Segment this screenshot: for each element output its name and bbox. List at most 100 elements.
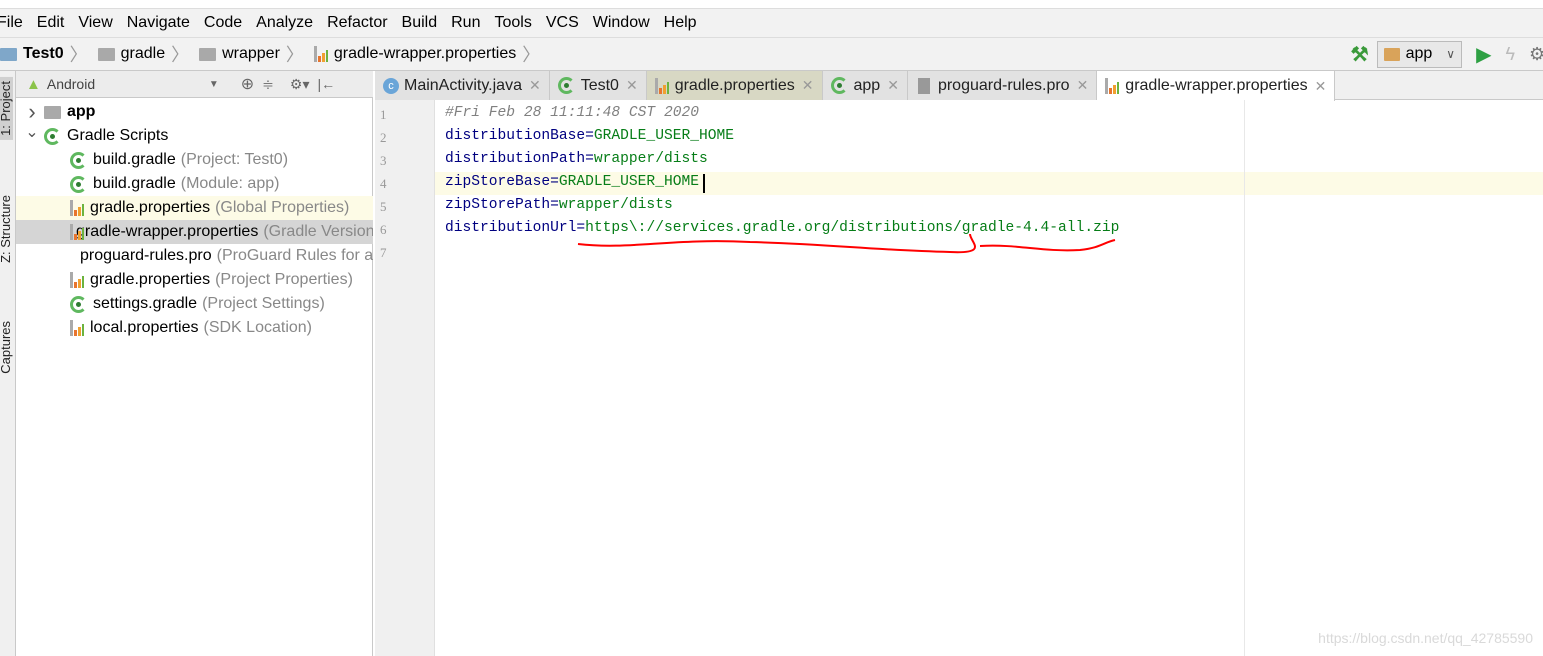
editor-tab[interactable]: gradle.properties ✕	[646, 71, 823, 100]
menu-build[interactable]: Build	[402, 14, 438, 32]
apply-changes-icon[interactable]: ϟ	[1505, 44, 1515, 65]
property-value: GRADLE_USER_HOME	[558, 174, 699, 190]
menu-help[interactable]: Help	[664, 14, 697, 32]
close-icon[interactable]: ✕	[626, 77, 638, 94]
side-tab-label: Captures	[0, 321, 13, 374]
line-number: 1	[380, 107, 387, 122]
editor-tab[interactable]: Test0 ✕	[549, 71, 647, 100]
editor-tabs: c MainActivity.java ✕ Test0 ✕ gradle.properti…	[375, 71, 1543, 101]
close-icon[interactable]: ✕	[1315, 78, 1327, 95]
gear-icon[interactable]: ⚙▾	[290, 76, 310, 93]
underline-filename	[979, 239, 1116, 252]
property-value: wrapper/dists	[593, 151, 708, 167]
tree-item-hint: (Project: Test0)	[180, 151, 289, 168]
close-icon[interactable]: ✕	[529, 77, 541, 94]
menu-run[interactable]: Run	[451, 14, 480, 32]
editor-tab[interactable]: gradle-wrapper.properties ✕	[1097, 71, 1336, 101]
code-line: #Fri Feb 28 11:11:48 CST 2020	[445, 105, 699, 121]
menu-analyze[interactable]: Analyze	[256, 14, 313, 32]
property-key: distributionBase	[445, 128, 586, 144]
side-tab-structure[interactable]: Z: Structure	[0, 195, 13, 263]
breadcrumb-project[interactable]: Test0 〉	[0, 41, 94, 67]
tree-item[interactable]: gradle-wrapper.properties (Gradle Version…	[16, 220, 373, 244]
run-config-label: app	[1405, 45, 1433, 62]
breadcrumb-label: gradle-wrapper.properties	[333, 45, 517, 62]
chevron-right-icon[interactable]: ›	[20, 100, 44, 124]
editor-tab[interactable]: app ✕	[822, 71, 908, 100]
red-underline-annotation	[577, 233, 1116, 254]
tree-item[interactable]: gradle.properties (Global Properties)	[16, 196, 373, 220]
menu-tools[interactable]: Tools	[494, 14, 531, 32]
tree-item-label: gradle.properties	[90, 199, 211, 216]
close-icon[interactable]: ✕	[1077, 77, 1089, 94]
collapse-all-icon[interactable]: ≑	[262, 76, 274, 93]
property-value: GRADLE_USER_HOME	[593, 128, 735, 144]
line-number: 3	[380, 153, 387, 168]
gradle-icon	[70, 151, 87, 169]
dropdown-arrow-icon[interactable]: ▼	[209, 79, 219, 90]
properties-icon	[70, 320, 84, 336]
hammer-icon[interactable]: ⚒	[1351, 42, 1369, 67]
tree-item[interactable]: build.gradle (Module: app)	[16, 172, 373, 196]
chevron-right-icon: 〉	[522, 45, 541, 65]
editor-tab[interactable]: proguard-rules.pro ✕	[907, 71, 1098, 100]
breadcrumb-file[interactable]: gradle-wrapper.properties 〉	[313, 41, 546, 67]
line-number: 6	[380, 222, 387, 237]
side-tab-captures[interactable]: Captures	[0, 321, 13, 374]
close-icon[interactable]: ✕	[802, 77, 814, 94]
side-tab-label: 1: Project	[0, 81, 13, 136]
run-icon[interactable]: ▶	[1476, 42, 1491, 67]
android-icon: ▲	[26, 75, 41, 93]
tab-label: gradle-wrapper.properties	[1125, 77, 1308, 94]
breadcrumb-gradle[interactable]: gradle 〉	[97, 41, 195, 67]
tab-label: proguard-rules.pro	[937, 76, 1070, 94]
editor-gutter: 1 2 3 4 5 6 7	[375, 100, 435, 656]
properties-icon	[70, 200, 84, 216]
line-number: 7	[380, 245, 387, 260]
tree-item-label: gradle-wrapper.properties	[76, 223, 259, 240]
locate-icon[interactable]: ⊕	[241, 74, 254, 94]
menu-file[interactable]: File	[0, 14, 23, 32]
gradle-icon	[70, 295, 87, 313]
menu-edit[interactable]: Edit	[37, 14, 65, 32]
menu-vcs[interactable]: VCS	[546, 14, 579, 32]
tree-item[interactable]: local.properties (SDK Location)	[16, 316, 373, 340]
run-config-select[interactable]: app ∨	[1376, 40, 1463, 68]
code-line: distributionBase=GRADLE_USER_HOME	[445, 128, 734, 144]
menu-code[interactable]: Code	[204, 14, 242, 32]
hide-panel-icon[interactable]: |←	[317, 76, 335, 92]
chevron-down-icon[interactable]: ⌄	[20, 124, 44, 142]
chevron-right-icon: 〉	[171, 45, 190, 65]
text-file-icon	[917, 77, 930, 94]
equals-sign: =	[550, 197, 559, 213]
tree-item[interactable]: ⌄ Gradle Scripts	[16, 124, 373, 148]
menu-window[interactable]: Window	[593, 14, 650, 32]
tree-item-label: local.properties	[90, 319, 199, 336]
side-tab-project[interactable]: 1: Project	[0, 77, 13, 140]
tree-item[interactable]: gradle.properties (Project Properties)	[16, 268, 373, 292]
java-class-icon: c	[383, 77, 399, 94]
editor-tab[interactable]: c MainActivity.java ✕	[375, 71, 550, 100]
gradle-icon	[557, 77, 575, 94]
properties-icon	[654, 77, 669, 94]
view-mode-select[interactable]: Android	[47, 76, 197, 92]
breadcrumb-wrapper[interactable]: wrapper 〉	[199, 41, 310, 67]
property-value: wrapper/dists	[558, 197, 673, 213]
tree-item[interactable]: proguard-rules.pro(ProGuard Rules for ap…	[16, 244, 373, 268]
menu-navigate[interactable]: Navigate	[127, 14, 190, 32]
code-line: distributionPath=wrapper/dists	[445, 151, 708, 167]
tree-item[interactable]: › app	[16, 100, 373, 124]
tree-item-hint: (Project Settings)	[202, 295, 325, 312]
tree-item[interactable]: settings.gradle (Project Settings)	[16, 292, 373, 316]
tab-label: gradle.properties	[674, 76, 795, 94]
tree-item[interactable]: build.gradle (Project: Test0)	[16, 148, 373, 172]
properties-icon	[70, 272, 84, 288]
code-line: zipStoreBase=GRADLE_USER_HOME	[445, 174, 699, 190]
menu-view[interactable]: View	[78, 14, 112, 32]
debug-icon[interactable]: ⚙	[1529, 44, 1543, 65]
menu-refactor[interactable]: Refactor	[327, 14, 387, 32]
tree-item-label: settings.gradle	[93, 295, 198, 312]
navigation-bar: Test0 〉 gradle 〉 wrapper 〉 gradle-wrapper.p…	[0, 37, 1543, 71]
module-folder-icon	[44, 105, 61, 119]
close-icon[interactable]: ✕	[887, 77, 899, 94]
